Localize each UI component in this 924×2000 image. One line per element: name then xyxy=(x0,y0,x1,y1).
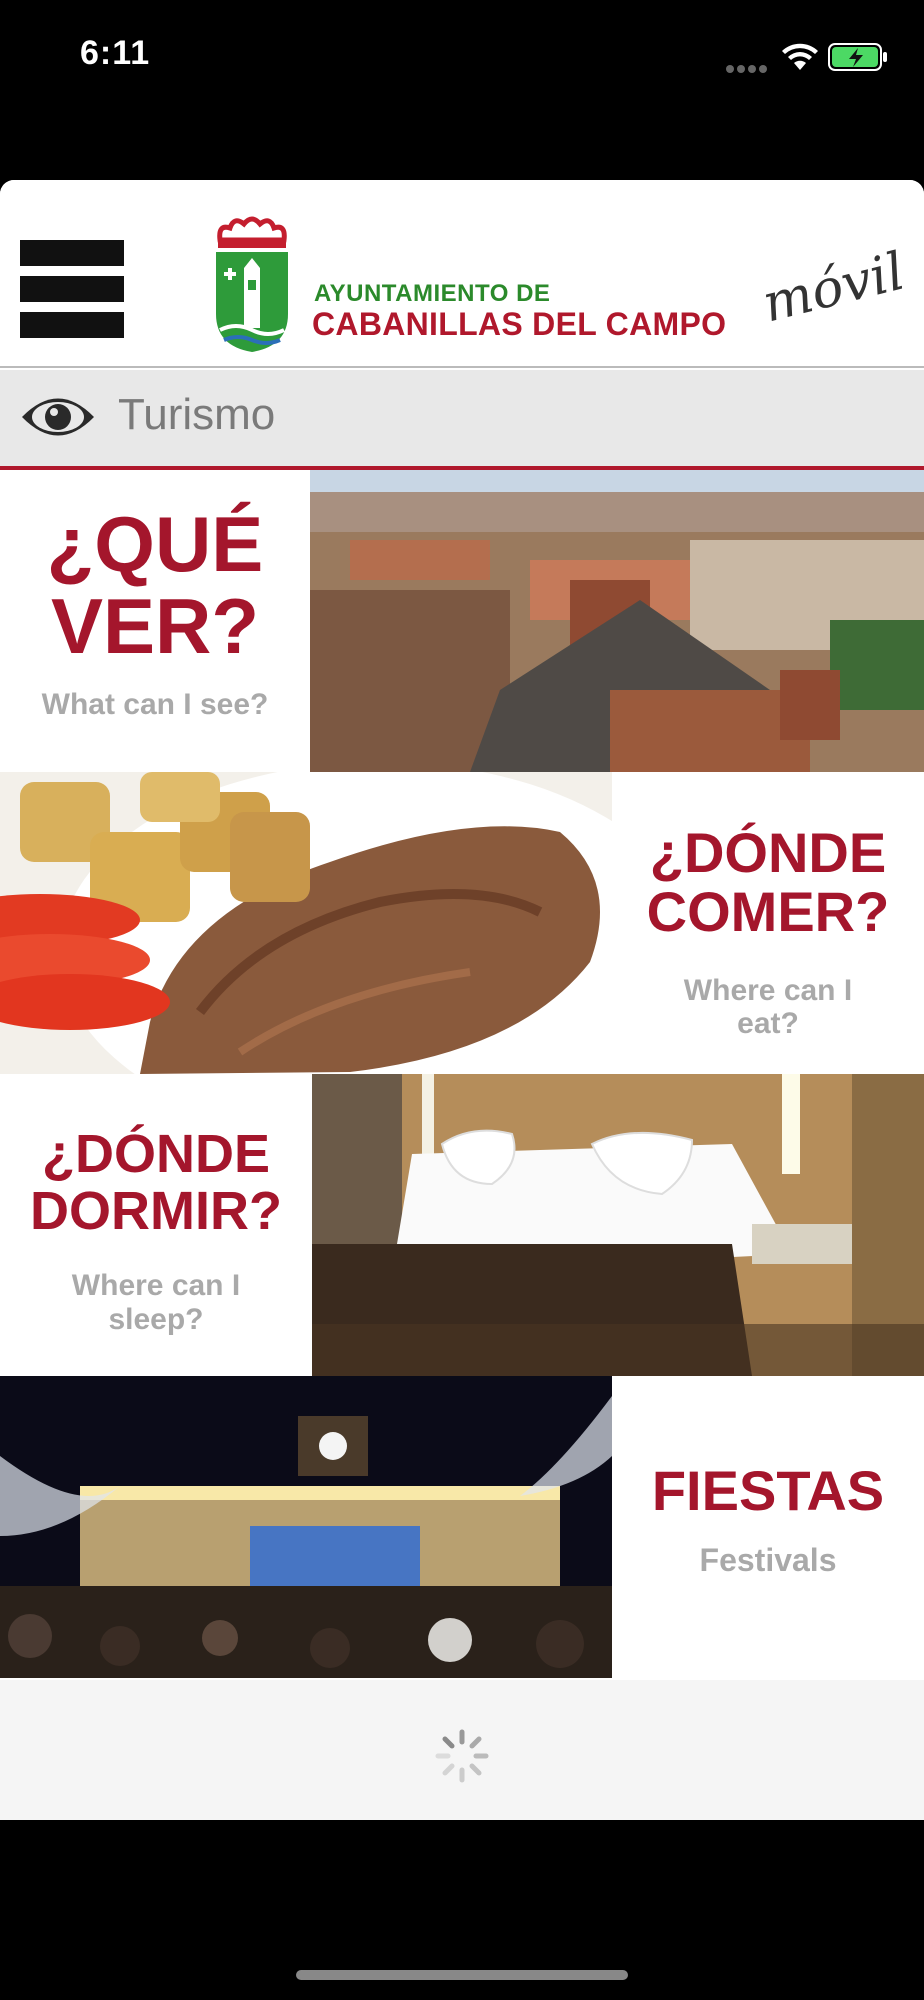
app-frame: AYUNTAMIENTO DE CABANILLAS DEL CAMPO móv… xyxy=(0,180,924,1820)
tile-donde-comer[interactable]: ¿DÓNDE COMER? Where can I eat? xyxy=(0,772,924,1074)
menu-button[interactable] xyxy=(20,240,128,350)
tile-subtitle: What can I see? xyxy=(41,687,269,721)
tile-title: ¿DÓNDE COMER? xyxy=(646,821,890,943)
steak-and-potatoes-photo xyxy=(0,772,612,1074)
tile-subtitle: Where can I eat? xyxy=(683,973,853,1041)
battery-charging-icon xyxy=(828,43,887,71)
tile-donde-dormir[interactable]: ¿DÓNDE DORMIR? Where can I sleep? xyxy=(0,1074,924,1376)
section-title: Turismo xyxy=(118,390,276,439)
movil-label: móvil xyxy=(756,241,911,335)
menu-bar-icon xyxy=(20,240,124,266)
section-header: Turismo xyxy=(0,370,924,470)
cellular-signal-icon xyxy=(726,60,770,78)
header-title-small: AYUNTAMIENTO DE xyxy=(314,280,551,307)
coat-of-arms-logo xyxy=(216,216,288,352)
tile-subtitle: Festivals xyxy=(699,1541,837,1578)
tile-subtitle: Where can I sleep? xyxy=(71,1269,241,1336)
wifi-icon xyxy=(782,43,818,70)
loading-area xyxy=(0,1680,924,1820)
header-title-large: CABANILLAS DEL CAMPO xyxy=(312,306,727,342)
tile-fiestas[interactable]: FIESTAS Festivals xyxy=(0,1376,924,1678)
town-aerial-photo xyxy=(310,470,924,772)
home-indicator[interactable] xyxy=(296,1970,628,1980)
app-header: AYUNTAMIENTO DE CABANILLAS DEL CAMPO móv… xyxy=(0,180,924,368)
tile-title: FIESTAS xyxy=(651,1459,885,1522)
festival-night-photo xyxy=(0,1376,612,1678)
tile-title: ¿DÓNDE DORMIR? xyxy=(30,1124,282,1241)
eye-icon xyxy=(22,398,94,436)
loading-spinner-icon xyxy=(435,1729,489,1783)
menu-bar-icon xyxy=(20,276,124,302)
menu-bar-icon xyxy=(20,312,124,338)
status-bar: 6:11 xyxy=(0,0,924,110)
tile-title: ¿QUÉ VER? xyxy=(46,500,264,670)
hotel-room-photo xyxy=(312,1074,924,1376)
tile-que-ver[interactable]: ¿QUÉ VER? What can I see? xyxy=(0,470,924,772)
status-time: 6:11 xyxy=(80,34,151,72)
